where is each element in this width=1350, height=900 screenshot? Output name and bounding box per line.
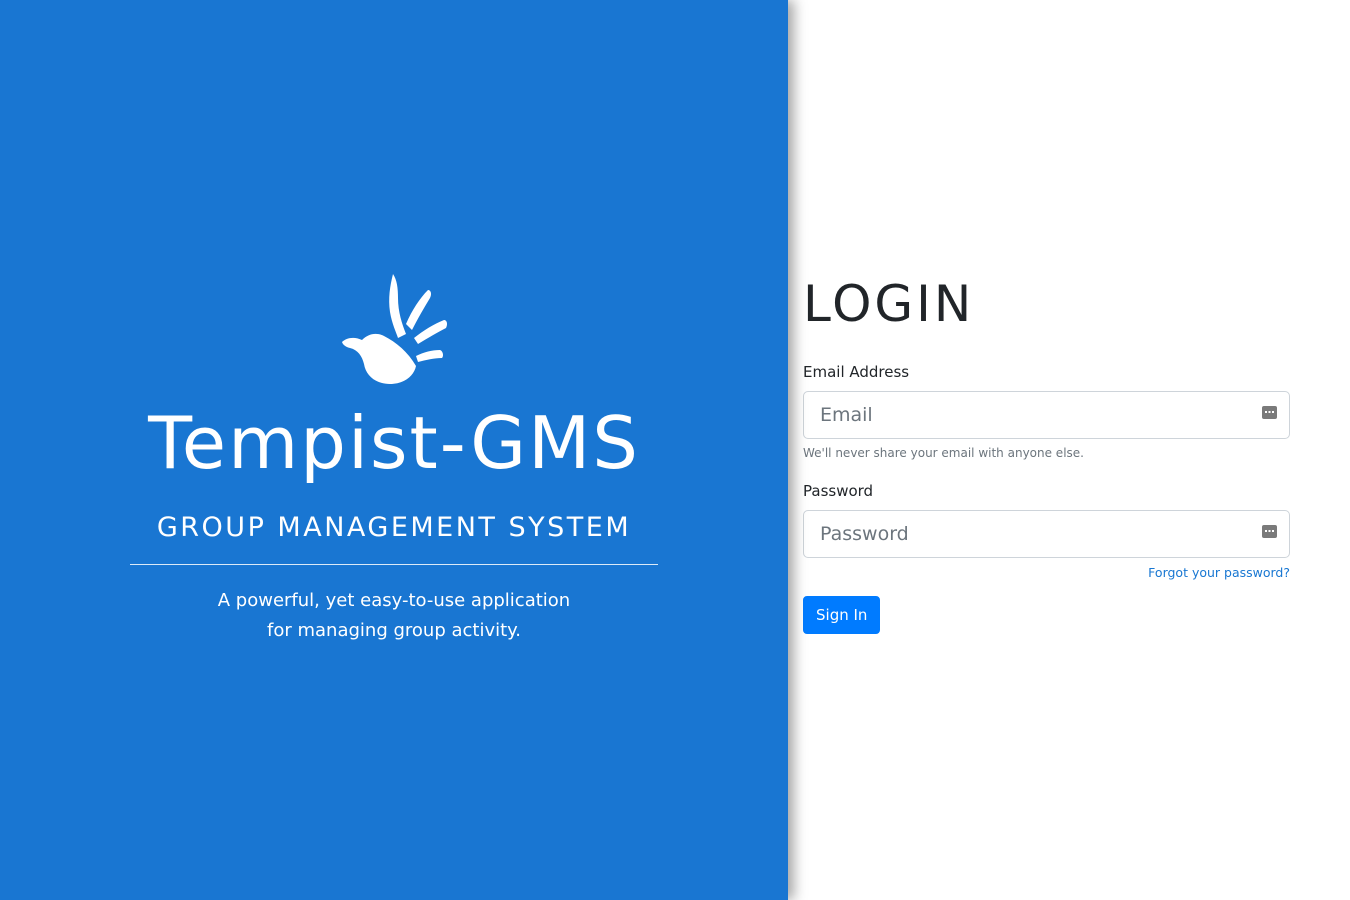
tagline-line-1: A powerful, yet easy-to-use application: [217, 590, 571, 611]
password-field[interactable]: [803, 510, 1290, 558]
brand-panel: Tempist-GMS GROUP MANAGEMENT SYSTEM A po…: [0, 0, 788, 900]
password-field-wrapper: [803, 510, 1290, 558]
password-manager-icon[interactable]: [1262, 525, 1277, 538]
hand-dove-logo: [342, 274, 448, 384]
app-subtitle: GROUP MANAGEMENT SYSTEM: [156, 512, 632, 543]
forgot-password-row: Forgot your password?: [803, 564, 1290, 581]
email-help-text: We'll never share your email with anyone…: [803, 446, 1084, 460]
brand-content: Tempist-GMS GROUP MANAGEMENT SYSTEM A po…: [130, 272, 658, 646]
email-field-wrapper: [803, 391, 1290, 439]
password-label: Password: [803, 482, 874, 500]
app-tagline: A powerful, yet easy-to-use application …: [130, 586, 658, 646]
email-field[interactable]: [803, 391, 1290, 439]
password-manager-icon[interactable]: [1262, 406, 1277, 419]
brand-divider: [130, 564, 658, 565]
tagline-line-2: for managing group activity.: [267, 620, 521, 641]
login-page: Tempist-GMS GROUP MANAGEMENT SYSTEM A po…: [0, 0, 1350, 900]
login-heading: LOGIN: [803, 275, 975, 333]
app-title: Tempist-GMS: [148, 401, 640, 485]
forgot-password-link[interactable]: Forgot your password?: [1148, 565, 1290, 580]
email-label: Email Address: [803, 363, 910, 381]
sign-in-button[interactable]: Sign In: [803, 596, 881, 634]
login-form: LOGIN Email Address We'll never share yo…: [803, 275, 1290, 634]
